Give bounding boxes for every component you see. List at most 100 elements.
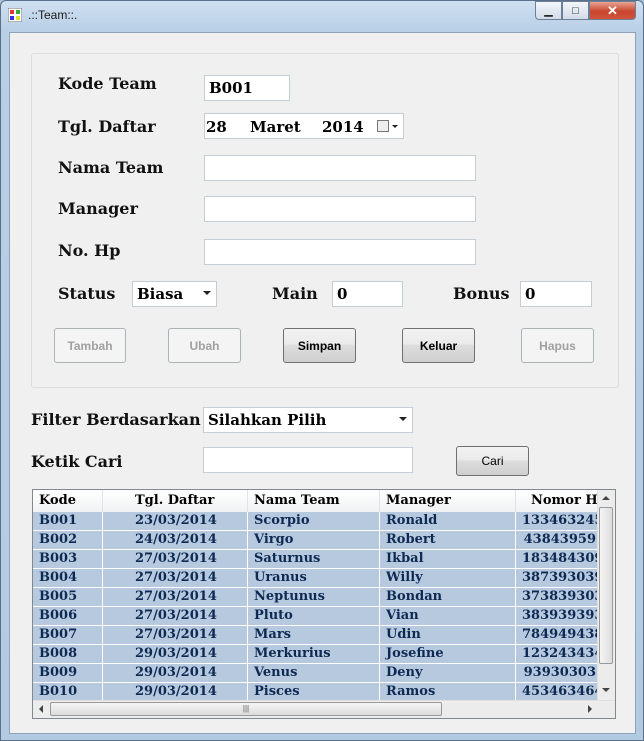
cell-nomor-hp[interactable]: 387393039.	[516, 569, 599, 587]
cell-tgl-daftar[interactable]: 27/03/2014	[103, 607, 248, 625]
cell-kode[interactable]: B004	[33, 569, 103, 587]
tgl-daftar-datepicker[interactable]: 28 Maret 2014	[204, 113, 404, 139]
vertical-scroll-thumb[interactable]	[599, 507, 613, 664]
table-row[interactable]: B00727/03/2014MarsUdin784949438.	[33, 626, 599, 645]
cell-manager[interactable]: Robert	[380, 531, 516, 549]
status-combobox[interactable]: Biasa	[132, 281, 217, 307]
table-row[interactable]: B002 24/03/2014 Virgo Robert 43843959	[33, 531, 599, 550]
cell-tgl-daftar[interactable]: 29/03/2014	[103, 645, 248, 663]
cell-tgl-daftar[interactable]: 27/03/2014	[103, 588, 248, 606]
cell-kode[interactable]: B007	[33, 626, 103, 644]
scroll-left-icon[interactable]	[38, 705, 44, 713]
cell-nama-team[interactable]: Mars	[248, 626, 380, 644]
close-button[interactable]: ✕	[589, 1, 636, 20]
cell-manager[interactable]: Ramos	[380, 683, 516, 701]
table-row[interactable]: B00829/03/2014MerkuriusJosefine123243434…	[33, 645, 599, 664]
cell-manager[interactable]: Vian	[380, 607, 516, 625]
calendar-icon[interactable]	[377, 120, 389, 132]
table-row[interactable]: B00327/03/2014SaturnusIkbal183484309.	[33, 550, 599, 569]
cell-manager[interactable]: Bondan	[380, 588, 516, 606]
hapus-button[interactable]: Hapus	[521, 328, 594, 363]
chevron-down-icon[interactable]	[203, 291, 211, 295]
cell-kode[interactable]: B002	[33, 531, 103, 549]
title-bar[interactable]: .::Team::. ▁ □ ✕	[1, 1, 643, 31]
cell-nama-team[interactable]: Scorpio	[248, 512, 380, 530]
chevron-down-icon[interactable]	[392, 125, 398, 128]
cell-nomor-hp[interactable]: 93930303	[516, 664, 599, 682]
cell-manager[interactable]: Udin	[380, 626, 516, 644]
cell-nomor-hp[interactable]: 383939393.	[516, 607, 599, 625]
cell-tgl-daftar[interactable]: 24/03/2014	[103, 531, 248, 549]
column-header-nomor-hp[interactable]: Nomor HP	[516, 490, 599, 512]
bonus-input[interactable]: 0	[520, 281, 592, 307]
cell-kode[interactable]: B006	[33, 607, 103, 625]
table-row[interactable]: B009 29/03/2014 Venus Deny 93930303	[33, 664, 599, 683]
minimize-button[interactable]: ▁	[535, 1, 562, 20]
cell-nama-team[interactable]: Venus	[248, 664, 380, 682]
cell-kode[interactable]: B003	[33, 550, 103, 568]
no-hp-label: No. Hp	[58, 241, 121, 260]
cell-nama-team[interactable]: Pisces	[248, 683, 380, 701]
cell-nama-team[interactable]: Neptunus	[248, 588, 380, 606]
cell-nomor-hp[interactable]: 784949438.	[516, 626, 599, 644]
cell-tgl-daftar[interactable]: 27/03/2014	[103, 569, 248, 587]
cell-nama-team[interactable]: Merkurius	[248, 645, 380, 663]
cell-nama-team[interactable]: Saturnus	[248, 550, 380, 568]
cell-manager[interactable]: Willy	[380, 569, 516, 587]
no-hp-input[interactable]	[204, 239, 476, 265]
ubah-button[interactable]: Ubah	[168, 328, 241, 363]
cell-nomor-hp[interactable]: 123243434.	[516, 645, 599, 663]
nama-team-input[interactable]	[204, 155, 476, 181]
manager-input[interactable]	[204, 196, 476, 222]
maximize-button[interactable]: □	[562, 1, 589, 20]
cell-kode[interactable]: B008	[33, 645, 103, 663]
tambah-button[interactable]: Tambah	[54, 328, 126, 363]
cell-manager[interactable]: Ronald	[380, 512, 516, 530]
table-row[interactable]: B00123/03/2014ScorpioRonald133463245.	[33, 512, 599, 531]
cell-nama-team[interactable]: Virgo	[248, 531, 380, 549]
scroll-down-icon[interactable]	[602, 687, 610, 693]
kode-team-input[interactable]: B001	[204, 75, 290, 101]
keluar-button[interactable]: Keluar	[402, 328, 475, 363]
cell-nomor-hp[interactable]: 183484309.	[516, 550, 599, 568]
cell-nomor-hp[interactable]: 453463464.	[516, 683, 599, 701]
cari-button[interactable]: Cari	[456, 446, 529, 476]
horizontal-scroll-thumb[interactable]: |||	[50, 702, 442, 716]
column-header-tgl-daftar[interactable]: Tgl. Daftar	[103, 490, 248, 512]
horizontal-scrollbar[interactable]: |||	[33, 700, 615, 718]
cell-tgl-daftar[interactable]: 29/03/2014	[103, 683, 248, 701]
team-datagrid[interactable]: Kode Tgl. Daftar Nama Team Manager Nomor…	[32, 489, 616, 719]
column-header-manager[interactable]: Manager	[380, 490, 516, 512]
cell-nama-team[interactable]: Pluto	[248, 607, 380, 625]
cell-nomor-hp[interactable]: 373839303.	[516, 588, 599, 606]
manager-label: Manager	[58, 199, 138, 218]
cell-tgl-daftar[interactable]: 29/03/2014	[103, 664, 248, 682]
chevron-down-icon[interactable]	[399, 417, 407, 421]
column-header-nama-team[interactable]: Nama Team	[248, 490, 380, 512]
table-row[interactable]: B00527/03/2014NeptunusBondan373839303.	[33, 588, 599, 607]
table-row[interactable]: B00627/03/2014PlutoVian383939393.	[33, 607, 599, 626]
cell-nama-team[interactable]: Uranus	[248, 569, 380, 587]
search-input[interactable]	[203, 447, 413, 473]
simpan-button[interactable]: Simpan	[283, 328, 356, 363]
scroll-up-icon[interactable]	[602, 495, 610, 501]
column-header-kode[interactable]: Kode	[33, 490, 103, 512]
cell-kode[interactable]: B005	[33, 588, 103, 606]
cell-tgl-daftar[interactable]: 27/03/2014	[103, 626, 248, 644]
cell-nomor-hp[interactable]: 43843959	[516, 531, 599, 549]
table-row[interactable]: B00427/03/2014UranusWilly387393039.	[33, 569, 599, 588]
vertical-scrollbar[interactable]	[597, 490, 615, 702]
main-input[interactable]: 0	[332, 281, 403, 307]
cell-kode[interactable]: B010	[33, 683, 103, 701]
cell-manager[interactable]: Josefine	[380, 645, 516, 663]
cell-tgl-daftar[interactable]: 27/03/2014	[103, 550, 248, 568]
cell-kode[interactable]: B009	[33, 664, 103, 682]
cell-kode[interactable]: B001	[33, 512, 103, 530]
cell-manager[interactable]: Ikbal	[380, 550, 516, 568]
app-icon	[8, 8, 22, 22]
scroll-right-icon[interactable]	[587, 705, 593, 713]
cell-tgl-daftar[interactable]: 23/03/2014	[103, 512, 248, 530]
cell-nomor-hp[interactable]: 133463245.	[516, 512, 599, 530]
filter-combobox[interactable]: Silahkan Pilih	[203, 407, 413, 433]
cell-manager[interactable]: Deny	[380, 664, 516, 682]
